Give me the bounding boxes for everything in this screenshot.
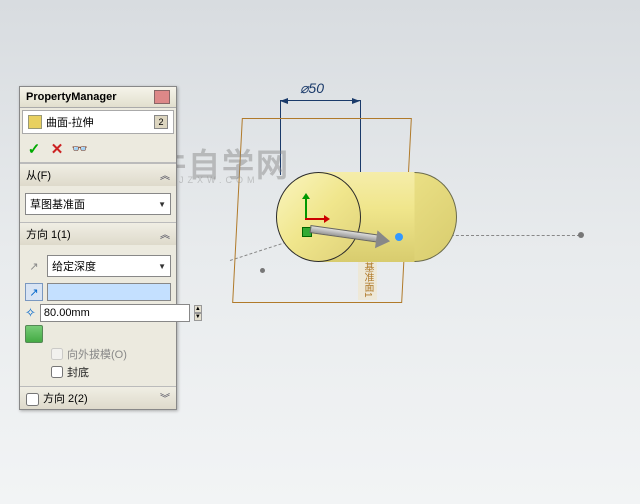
draft-outward-label: 向外拔模(O): [67, 346, 127, 362]
surface-extrude-icon: [28, 115, 42, 129]
cap-end-checkbox-row[interactable]: 封底: [51, 364, 171, 380]
reverse-direction-button[interactable]: ↗: [25, 257, 43, 275]
depth-icon: ✧: [25, 304, 36, 322]
pm-titlebar[interactable]: PropertyManager: [20, 87, 176, 108]
depth-input[interactable]: [40, 304, 190, 322]
direction-selection-box[interactable]: [47, 283, 171, 301]
drag-handle-point[interactable]: [395, 233, 403, 241]
pushpin-icon[interactable]: [154, 90, 170, 104]
collapse-icon: ︽: [160, 167, 170, 183]
section-dir1-label: 方向 1(1): [26, 226, 71, 242]
detailed-preview-button[interactable]: 👓: [71, 140, 89, 158]
pm-help-badge[interactable]: 2: [154, 115, 168, 129]
section-from-header[interactable]: 从(F) ︽: [20, 164, 176, 186]
collapse-icon: ︽: [160, 226, 170, 242]
depth-spinner[interactable]: ▲▼: [194, 305, 202, 321]
end-condition-dropdown[interactable]: 给定深度 ▼: [47, 255, 171, 277]
cancel-button[interactable]: ✕: [48, 140, 66, 158]
section-from: 从(F) ︽ 草图基准面 ▼: [20, 163, 176, 222]
section-direction2: 方向 2(2) ︾: [20, 386, 176, 409]
chevron-down-icon: ▼: [158, 200, 166, 209]
section-from-label: 从(F): [26, 167, 51, 183]
section-dir2-label: 方向 2(2): [43, 393, 88, 405]
property-manager-panel: PropertyManager 曲面-拉伸 2 ✓ ✕ 👓 从(F) ︽ 草图基…: [19, 86, 177, 410]
pm-action-bar: ✓ ✕ 👓: [20, 136, 176, 163]
pm-feature-row: 曲面-拉伸 2: [22, 110, 174, 134]
triad-x-arrow-icon: [305, 218, 325, 220]
ok-button[interactable]: ✓: [25, 140, 43, 158]
dimension-label[interactable]: ⌀50: [300, 80, 324, 97]
draft-outward-checkbox: [51, 348, 63, 360]
draft-button[interactable]: [25, 325, 43, 343]
section-direction1: 方向 1(1) ︽ ↗ 给定深度 ▼ ↗ ✧ ▲▼: [20, 222, 176, 386]
expand-icon: ︾: [160, 390, 170, 406]
cap-end-checkbox[interactable]: [51, 366, 63, 378]
draft-outward-checkbox-row: 向外拔模(O): [51, 346, 171, 362]
triad-y-arrow-icon: [305, 198, 307, 218]
pm-feature-name: 曲面-拉伸: [46, 114, 94, 130]
end-condition-value: 给定深度: [52, 258, 96, 274]
direction-vector-button[interactable]: ↗: [25, 283, 43, 301]
from-condition-dropdown[interactable]: 草图基准面 ▼: [25, 193, 171, 215]
cap-end-label: 封底: [67, 364, 89, 380]
section-dir2-header[interactable]: 方向 2(2) ︾: [20, 387, 176, 409]
axis-x-endpoint: [578, 232, 584, 238]
dir2-enable-checkbox[interactable]: [26, 393, 39, 406]
cylinder-front-face[interactable]: [276, 172, 361, 262]
dimension-arrow[interactable]: [280, 100, 360, 101]
section-dir1-header[interactable]: 方向 1(1) ︽: [20, 223, 176, 245]
chevron-down-icon: ▼: [158, 262, 166, 271]
pm-title-text: PropertyManager: [26, 91, 116, 103]
from-condition-value: 草图基准面: [30, 196, 85, 212]
